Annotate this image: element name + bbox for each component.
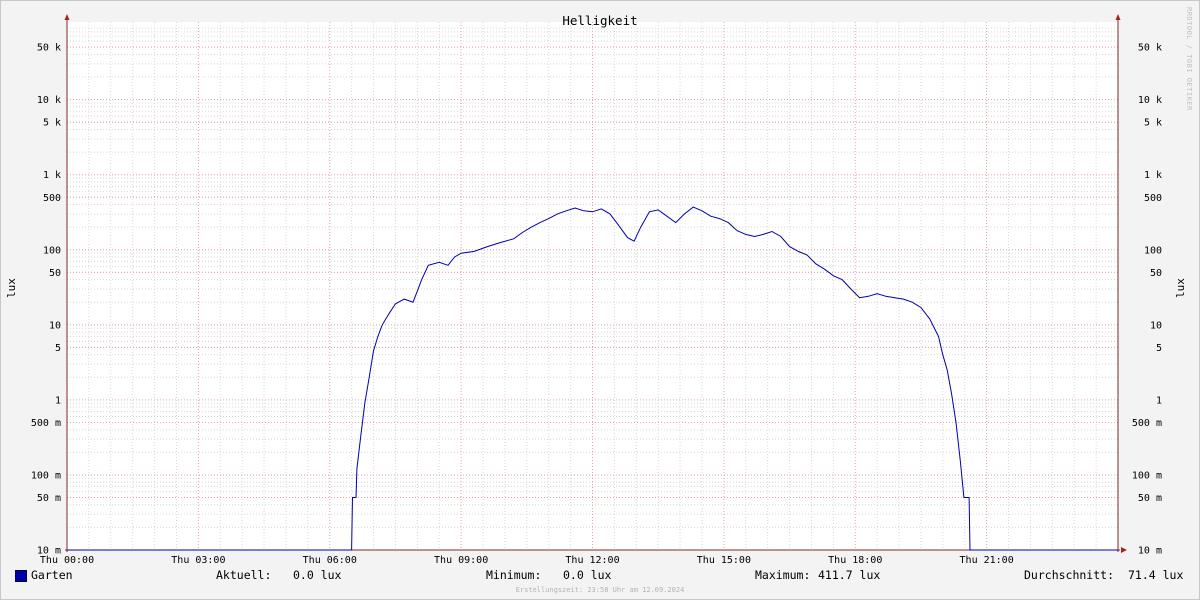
y-tick-label-right: 500 m	[1132, 418, 1162, 429]
y-tick-label-left: 50 m	[37, 493, 61, 504]
y-axis-arrow-right	[1115, 14, 1121, 20]
x-tick-label: Thu 06:00	[303, 555, 357, 566]
y-axis-arrow-left	[64, 14, 70, 20]
y-tick-label-left: 50	[49, 268, 61, 279]
y-tick-label-right: 100 m	[1132, 470, 1162, 481]
y-tick-label-left: 100 m	[31, 470, 61, 481]
y-tick-label-right: 1 k	[1144, 170, 1162, 181]
x-axis-arrow	[1121, 547, 1127, 553]
y-tick-label-left: 500 m	[31, 418, 61, 429]
series-color-swatch	[15, 570, 27, 582]
x-tick-label: Thu 12:00	[565, 555, 619, 566]
x-tick-label: Thu 18:00	[828, 555, 882, 566]
legend-max-label: Maximum:	[755, 568, 811, 582]
legend-avg-label: Durchschnitt:	[1024, 568, 1115, 582]
y-tick-label-right: 10	[1150, 320, 1162, 331]
y-axis-label-right: lux	[1174, 278, 1187, 298]
graph-frame: 10 m 10 m 50 m 50 m 100 m 100 m 500 m 500 m1155…	[0, 0, 1200, 600]
y-tick-label-left: 5	[55, 343, 61, 354]
x-tick-label: Thu 09:00	[434, 555, 488, 566]
rrdtool-watermark: RRDTOOL / TOBI OETIKER	[1185, 7, 1193, 111]
y-tick-label-right: 50	[1150, 268, 1162, 279]
y-tick-label-right: 10 m	[1138, 546, 1162, 557]
x-tick-label: Thu 21:00	[960, 555, 1014, 566]
y-tick-label-right: 100	[1144, 245, 1162, 256]
legend-avg-value: 71.4 lux	[1128, 568, 1184, 582]
chart: 10 m 10 m50 m 50 m100 m 100 m500 m 500 m1 15 5…	[5, 13, 1187, 566]
y-tick-label-right: 5 k	[1144, 118, 1162, 129]
y-tick-label-left: 100	[43, 245, 61, 256]
creation-time-footer: Erstellungszeit: 23:58 Uhr am 12.09.2024	[515, 586, 685, 594]
y-tick-label-right: 10 k	[1138, 95, 1162, 106]
legend-row: Garten Aktuell: 0.0 lux Minimum: 0.0 lux…	[1, 568, 1199, 586]
legend-current-label: Aktuell:	[216, 568, 272, 582]
y-tick-label-right: 5	[1156, 343, 1162, 354]
legend-series-name: Garten	[31, 568, 73, 582]
y-tick-label-right: 1	[1156, 395, 1162, 406]
chart-title: Helligkeit	[562, 13, 637, 28]
y-tick-label-right: 50 k	[1138, 43, 1162, 54]
y-tick-label-left: 10	[49, 320, 61, 331]
legend-max-value: 411.7 lux	[818, 568, 881, 582]
y-tick-label-right: 50 m	[1138, 493, 1162, 504]
y-axis-label-left: lux	[5, 278, 18, 298]
y-tick-label-left: 5 k	[43, 118, 61, 129]
y-tick-label-left: 1 k	[43, 170, 61, 181]
y-tick-label-left: 10 k	[37, 95, 61, 106]
y-tick-label-left: 50 k	[37, 43, 61, 54]
y-tick-label-right: 500	[1144, 193, 1162, 204]
x-tick-label: Thu 00:00	[40, 555, 94, 566]
x-tick-label: Thu 15:00	[697, 555, 751, 566]
legend-min-value: 0.0 lux	[563, 568, 612, 582]
legend-current-value: 0.0 lux	[293, 568, 342, 582]
x-tick-label: Thu 03:00	[171, 555, 225, 566]
legend-min-label: Minimum:	[486, 568, 542, 582]
y-tick-label-left: 500	[43, 193, 61, 204]
y-tick-label-left: 1	[55, 395, 61, 406]
